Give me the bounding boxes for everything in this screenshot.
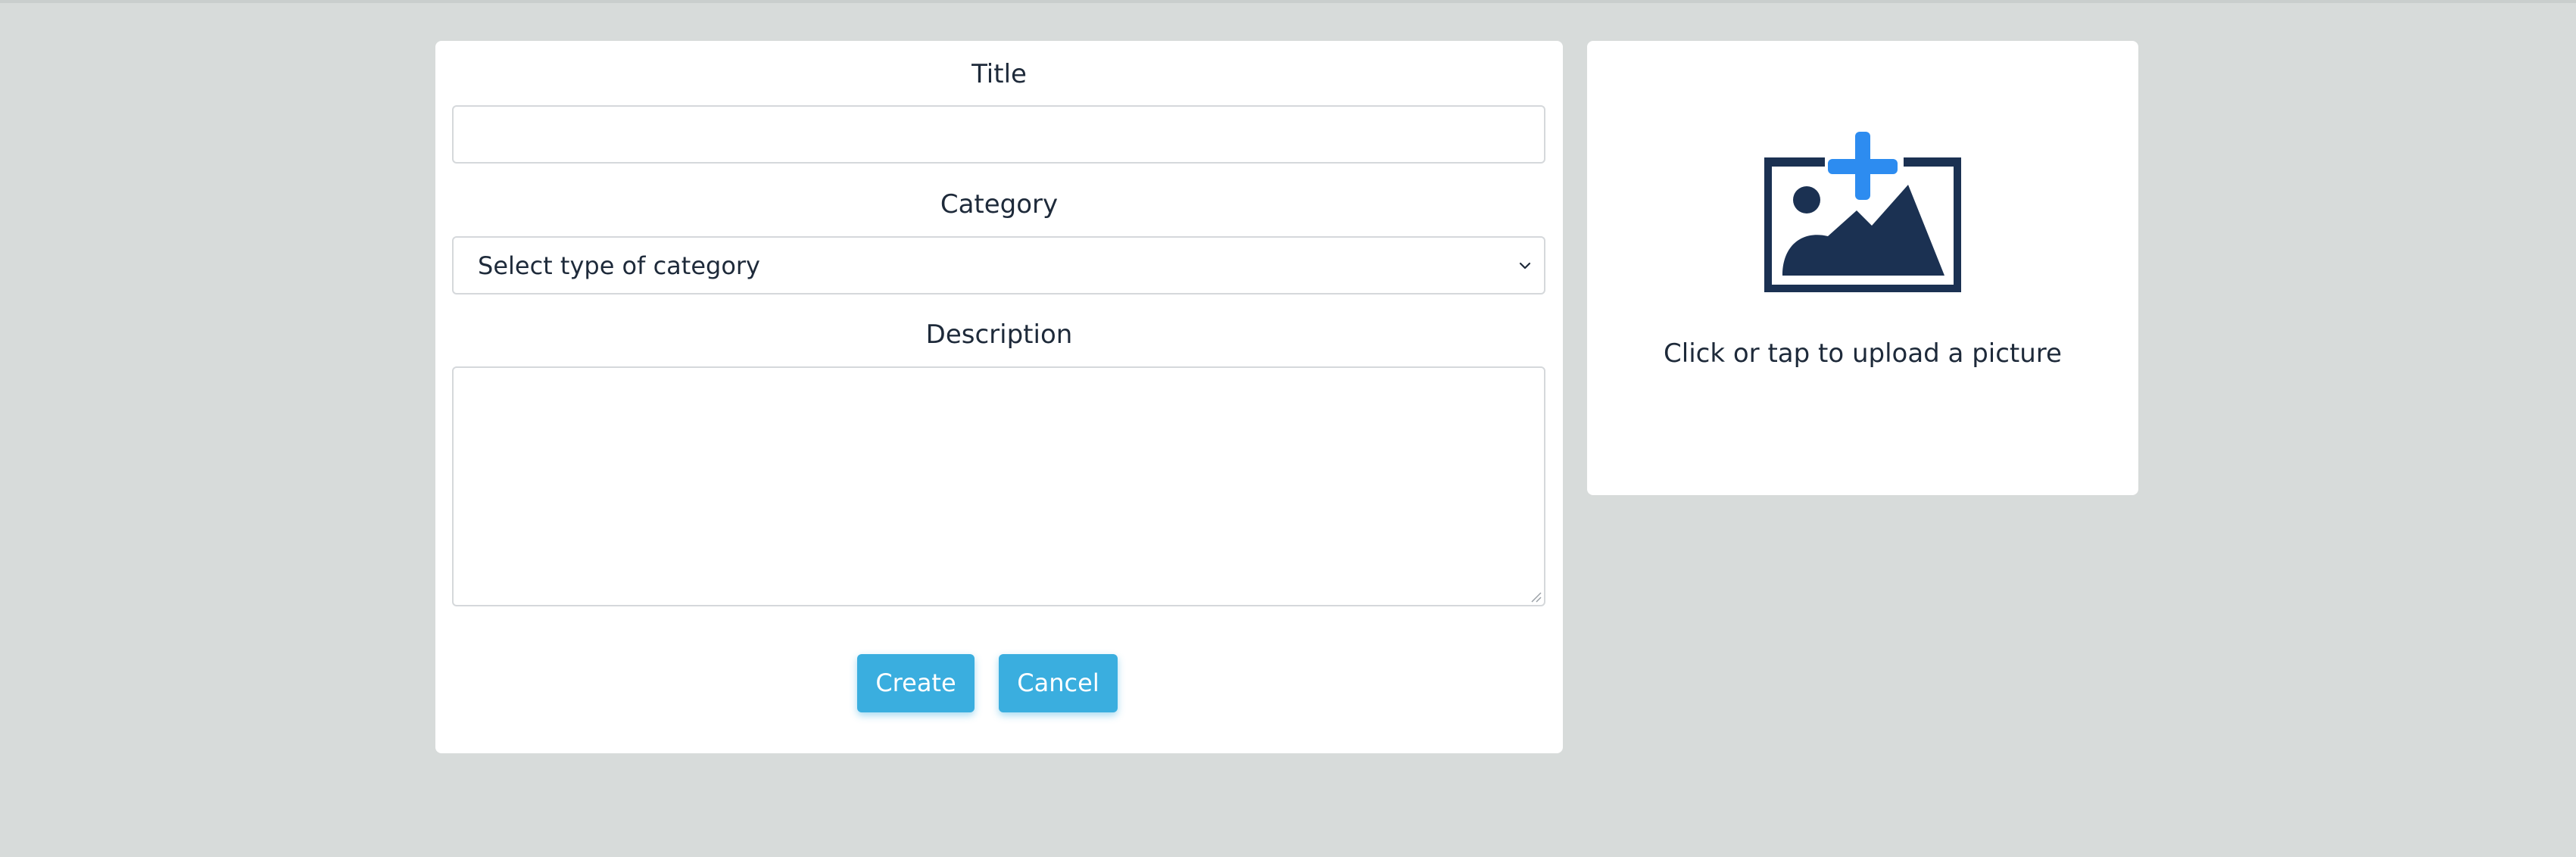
description-textarea[interactable] [452, 366, 1545, 606]
top-border [0, 0, 2576, 3]
create-button[interactable]: Create [857, 654, 975, 712]
image-upload-card[interactable]: Click or tap to upload a picture [1587, 41, 2138, 495]
category-select-value: Select type of category [478, 251, 760, 280]
resize-grip-icon[interactable] [1529, 590, 1542, 603]
title-label: Title [971, 59, 1027, 89]
create-form-card: Title Category Select type of category D… [435, 41, 1563, 753]
chevron-down-icon [1519, 262, 1531, 270]
description-label: Description [925, 319, 1073, 350]
category-label: Category [940, 189, 1059, 220]
add-image-icon[interactable] [1764, 132, 1961, 292]
category-select[interactable]: Select type of category [452, 236, 1545, 294]
upload-prompt: Click or tap to upload a picture [1664, 338, 2062, 369]
cancel-button[interactable]: Cancel [999, 654, 1118, 712]
title-input[interactable] [452, 105, 1545, 164]
